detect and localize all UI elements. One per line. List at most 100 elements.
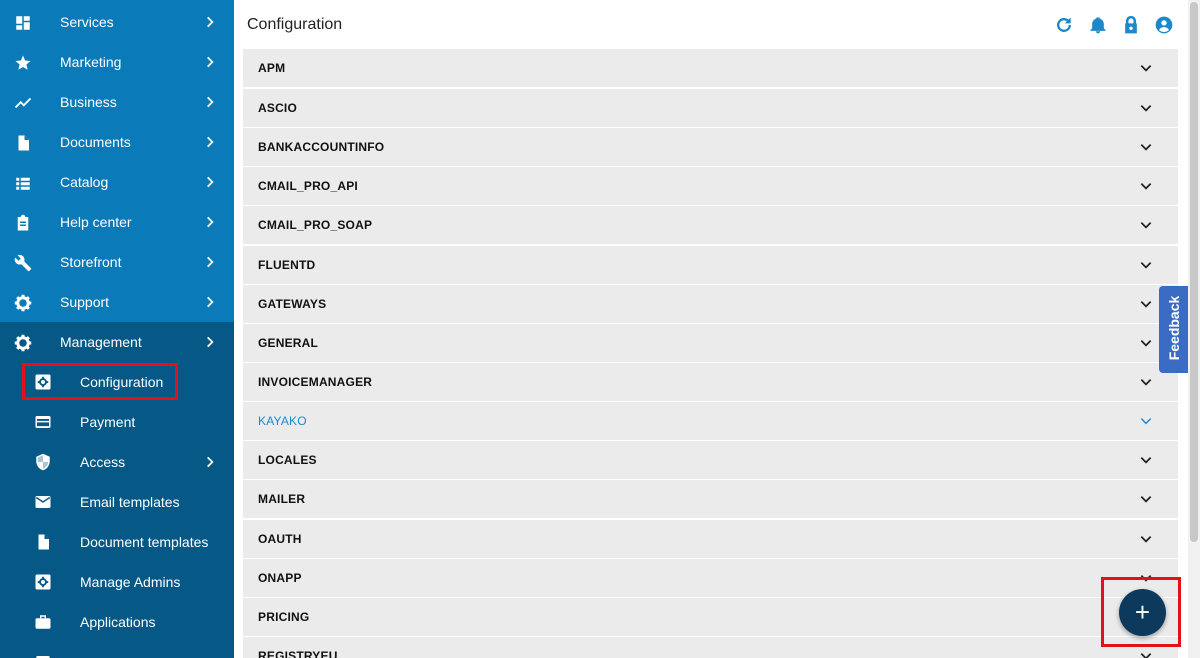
sidebar-item-documents[interactable]: Documents bbox=[0, 122, 234, 162]
chevron-right-icon bbox=[207, 216, 214, 228]
config-row-bankaccountinfo[interactable]: BANKACCOUNTINFO bbox=[243, 128, 1178, 166]
config-row-apm[interactable]: APM bbox=[243, 49, 1178, 87]
clipboard-icon bbox=[17, 214, 29, 231]
trending-icon bbox=[14, 97, 32, 109]
config-row-kayako[interactable]: KAYAKO bbox=[243, 402, 1178, 440]
sidebar-item-storefront[interactable]: Storefront bbox=[0, 242, 234, 282]
chevron-down-icon bbox=[1140, 183, 1152, 190]
sidebar-item-business[interactable]: Business bbox=[0, 82, 234, 122]
config-row-onapp[interactable]: ONAPP bbox=[243, 559, 1178, 597]
sidebar-item-label: Help center bbox=[60, 214, 132, 230]
config-row-label: OAUTH bbox=[258, 532, 302, 546]
chevron-right-icon bbox=[207, 16, 214, 28]
config-row-cmail-pro-api[interactable]: CMAIL_PRO_API bbox=[243, 167, 1178, 205]
sidebar-subitem-access[interactable]: Access bbox=[0, 442, 234, 482]
refresh-icon[interactable] bbox=[1054, 15, 1074, 35]
star-icon bbox=[15, 55, 31, 70]
account-icon[interactable] bbox=[1154, 15, 1174, 35]
sidebar-subitem-manage-admins[interactable]: Manage Admins bbox=[0, 562, 234, 602]
chevron-right-icon bbox=[207, 296, 214, 308]
shield-icon bbox=[36, 453, 50, 471]
scrollbar[interactable] bbox=[1188, 0, 1200, 658]
configuration-list: APM ASCIO BANKACCOUNTINFO CMAIL_PRO_API … bbox=[234, 49, 1188, 658]
document-icon bbox=[38, 534, 49, 550]
bell-icon[interactable] bbox=[1088, 15, 1108, 35]
config-row-general[interactable]: GENERAL bbox=[243, 324, 1178, 362]
sidebar-item-label: Document templates bbox=[80, 534, 209, 550]
config-row-label: GATEWAYS bbox=[258, 297, 327, 311]
chevron-down-icon bbox=[1140, 457, 1152, 464]
chevron-down-icon bbox=[1140, 653, 1152, 658]
sidebar-item-support[interactable]: Support bbox=[0, 282, 234, 322]
sidebar-item-label: Management bbox=[60, 334, 142, 350]
config-row-registryeu[interactable]: REGISTRYEU bbox=[243, 637, 1178, 658]
sidebar-subitem-payment[interactable]: Payment bbox=[0, 402, 234, 442]
chevron-right-icon bbox=[207, 256, 214, 268]
feedback-tab[interactable]: Feedback bbox=[1159, 286, 1188, 373]
config-row-label: APM bbox=[258, 61, 286, 75]
sidebar-item-help-center[interactable]: Help center bbox=[0, 202, 234, 242]
sidebar-subitem-applications[interactable]: Applications bbox=[0, 602, 234, 642]
chevron-down-icon bbox=[1140, 536, 1152, 543]
scrollbar-thumb[interactable] bbox=[1190, 2, 1198, 542]
sidebar-item-label: Email templates bbox=[80, 494, 180, 510]
chevron-down-icon bbox=[1140, 340, 1152, 347]
chevron-right-icon bbox=[207, 136, 214, 148]
sidebar-subitem-email-templates[interactable]: Email templates bbox=[0, 482, 234, 522]
chevron-right-icon bbox=[207, 456, 214, 468]
sidebar-item-services[interactable]: Services bbox=[0, 2, 234, 42]
sidebar-item-management[interactable]: Management bbox=[0, 322, 234, 362]
list-icon bbox=[16, 177, 30, 190]
dashboard-icon bbox=[16, 16, 30, 30]
top-header: Configuration bbox=[234, 0, 1188, 50]
document-icon bbox=[18, 135, 29, 151]
lock-icon[interactable] bbox=[1121, 15, 1141, 35]
config-row-pricing[interactable]: PRICING bbox=[243, 598, 1178, 636]
sidebar-item-label: Documents bbox=[60, 134, 131, 150]
credit-card-icon bbox=[35, 416, 51, 428]
chevron-down-icon bbox=[1140, 105, 1152, 112]
config-row-label: GENERAL bbox=[258, 336, 319, 350]
config-row-oauth[interactable]: OAUTH bbox=[243, 520, 1178, 558]
add-button[interactable]: + bbox=[1119, 589, 1166, 636]
config-row-cmail-pro-soap[interactable]: CMAIL_PRO_SOAP bbox=[243, 206, 1178, 244]
config-row-label: INVOICEMANAGER bbox=[258, 375, 373, 389]
feedback-label: Feedback bbox=[1166, 295, 1182, 361]
sidebar-subitem-partial[interactable] bbox=[0, 642, 234, 658]
chevron-down-icon bbox=[1140, 496, 1152, 503]
chevron-right-icon bbox=[207, 176, 214, 188]
config-row-label: PRICING bbox=[258, 610, 310, 624]
briefcase-icon bbox=[35, 615, 51, 629]
config-row-label: CMAIL_PRO_API bbox=[258, 179, 358, 193]
chevron-down-icon bbox=[1140, 65, 1152, 72]
chevron-down-icon bbox=[1140, 301, 1152, 308]
gear-icon bbox=[14, 334, 32, 352]
config-row-label: LOCALES bbox=[258, 453, 317, 467]
config-row-invoicemanager[interactable]: INVOICEMANAGER bbox=[243, 363, 1178, 401]
sidebar-item-label: Marketing bbox=[60, 54, 122, 70]
config-row-mailer[interactable]: MAILER bbox=[243, 480, 1178, 518]
config-row-label: FLUENTD bbox=[258, 258, 316, 272]
config-row-fluentd[interactable]: FLUENTD bbox=[243, 246, 1178, 284]
config-row-gateways[interactable]: GATEWAYS bbox=[243, 285, 1178, 323]
sidebar-item-marketing[interactable]: Marketing bbox=[0, 42, 234, 82]
chevron-down-icon bbox=[1140, 379, 1152, 386]
config-row-ascio[interactable]: ASCIO bbox=[243, 89, 1178, 127]
chevron-right-icon bbox=[207, 96, 214, 108]
chevron-down-icon bbox=[1140, 262, 1152, 269]
sidebar-subitem-document-templates[interactable]: Document templates bbox=[0, 522, 234, 562]
chevron-right-icon bbox=[207, 56, 214, 68]
configuration-highlight-box bbox=[22, 363, 178, 400]
config-row-label: KAYAKO bbox=[258, 414, 307, 428]
sidebar-item-label: Manage Admins bbox=[80, 574, 181, 590]
config-row-label: BANKACCOUNTINFO bbox=[258, 140, 385, 154]
config-row-label: ONAPP bbox=[258, 571, 302, 585]
sidebar-item-label: Access bbox=[80, 454, 126, 470]
config-row-label: MAILER bbox=[258, 492, 306, 506]
chevron-down-icon bbox=[1140, 144, 1152, 151]
sidebar: Services Marketing Business Documents Ca… bbox=[0, 0, 234, 658]
config-row-locales[interactable]: LOCALES bbox=[243, 441, 1178, 479]
page-title: Configuration bbox=[247, 16, 343, 33]
sidebar-item-catalog[interactable]: Catalog bbox=[0, 162, 234, 202]
wrench-icon bbox=[14, 254, 32, 272]
